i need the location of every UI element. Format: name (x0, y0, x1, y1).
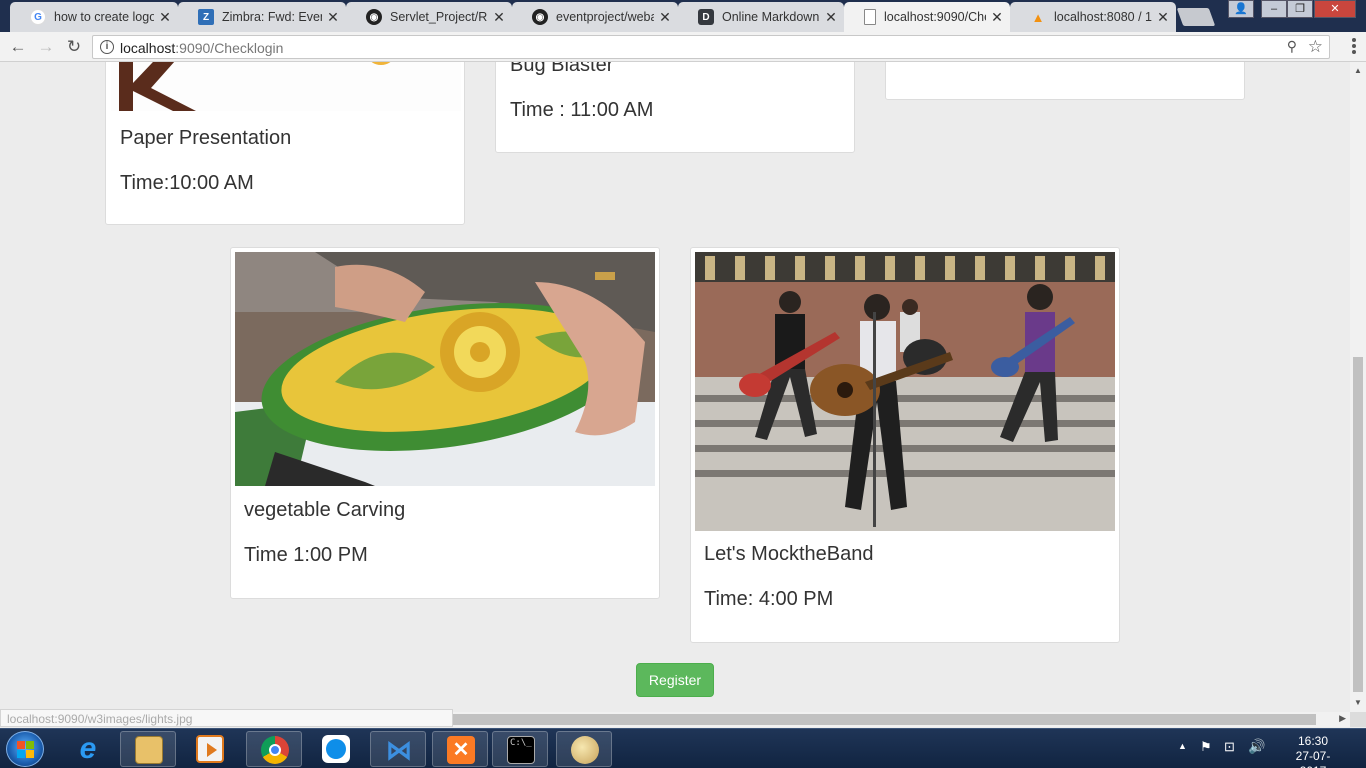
media-player-icon[interactable] (182, 731, 238, 767)
tab-title: how to create logou (54, 10, 154, 24)
github-icon: ◉ (366, 9, 382, 25)
show-hidden-icons-icon[interactable]: ▲ (1178, 741, 1187, 768)
cmd-icon[interactable]: C:\_ (492, 731, 548, 767)
tab-title: Zimbra: Fwd: Event (222, 10, 322, 24)
scroll-down-arrow-icon[interactable]: ▼ (1354, 698, 1362, 707)
event-card-vegetable-carving: vegetable Carving Time 1:00 PM (230, 247, 660, 599)
event-title: Let's MocktheBand (704, 543, 874, 565)
new-tab-button[interactable] (1176, 8, 1216, 26)
xampp-icon[interactable]: ✕ (432, 731, 488, 767)
reload-button[interactable]: ↻ (64, 37, 84, 57)
url-host: localhost (120, 40, 176, 56)
scrollbar-corner (1350, 712, 1366, 727)
register-button[interactable]: Register (636, 663, 714, 697)
band-photo (695, 252, 1115, 531)
event-title: vegetable Carving (244, 499, 406, 521)
forward-button[interactable]: → (36, 37, 56, 57)
maximize-button[interactable]: ❐ (1287, 0, 1313, 18)
github-icon: ◉ (532, 9, 548, 25)
scroll-up-arrow-icon[interactable]: ▲ (1354, 66, 1362, 75)
paper-presentation-image (111, 62, 461, 111)
scroll-right-arrow-icon[interactable]: ▶ (1339, 713, 1346, 724)
tab-title: localhost:9090/Che (884, 10, 986, 24)
vegetable-carving-photo (235, 252, 655, 486)
close-window-button[interactable]: ✕ (1314, 0, 1356, 18)
status-bubble: localhost:9090/w3images/lights.jpg (0, 709, 453, 727)
paint-icon[interactable] (556, 731, 612, 767)
windows-flag-icon (17, 741, 35, 759)
event-title: Bug Blaster (510, 62, 614, 76)
event-time: Time:10:00 AM (120, 172, 254, 194)
teamviewer-icon[interactable] (308, 731, 364, 767)
minimize-button[interactable]: – (1261, 0, 1287, 18)
action-center-flag-icon[interactable]: ⚑ (1200, 739, 1212, 768)
page-viewport: Paper Presentation Time:10:00 AM Bug Bla… (0, 62, 1350, 712)
start-button[interactable] (6, 731, 44, 767)
vertical-scroll-thumb[interactable] (1353, 357, 1363, 692)
url-text: localhost:9090/Checklogin (120, 40, 283, 56)
close-icon[interactable]: ✕ (658, 9, 672, 26)
chrome-icon[interactable] (246, 731, 302, 767)
close-icon[interactable]: ✕ (326, 9, 340, 26)
tab-title: Online Markdown E (722, 10, 820, 24)
tab-google[interactable]: G how to create logou ✕ (10, 2, 178, 32)
tab-title: Servlet_Project/REA (390, 10, 488, 24)
user-icon[interactable]: 👤 (1228, 0, 1254, 18)
event-time: Time 1:00 PM (244, 544, 368, 566)
browser-tab-strip: G how to create logou ✕ Z Zimbra: Fwd: E… (0, 0, 1366, 32)
clock-time: 16:30 (1297, 734, 1329, 748)
vertical-scrollbar[interactable]: ▲ ▼ (1350, 62, 1366, 712)
close-icon[interactable]: ✕ (1156, 9, 1170, 26)
close-icon[interactable]: ✕ (824, 9, 838, 26)
explorer-icon[interactable] (120, 731, 176, 767)
event-time: Time: 4:00 PM (704, 588, 834, 610)
tab-github-servlet[interactable]: ◉ Servlet_Project/REA ✕ (346, 2, 512, 32)
bookmark-star-icon[interactable]: ☆ (1308, 37, 1323, 57)
zimbra-icon: Z (198, 9, 214, 25)
address-bar[interactable]: i localhost:9090/Checklogin ⚲ ☆ (92, 35, 1330, 59)
event-card-third (885, 62, 1245, 100)
close-icon[interactable]: ✕ (990, 9, 1004, 26)
tab-markdown-editor[interactable]: D Online Markdown E ✕ (678, 2, 844, 32)
event-card-bug-blaster: Bug Blaster Time : 11:00 AM (495, 62, 855, 153)
tab-phpmyadmin[interactable]: ▲ localhost:8080 / 12 ✕ (1010, 2, 1176, 32)
page-icon (864, 9, 876, 25)
browser-menu-icon[interactable] (1352, 38, 1356, 56)
event-time: Time : 11:00 AM (510, 99, 654, 121)
event-title: Paper Presentation (120, 127, 292, 149)
event-card-paper-presentation: Paper Presentation Time:10:00 AM (105, 62, 465, 225)
close-icon[interactable]: ✕ (492, 9, 506, 26)
tab-zimbra[interactable]: Z Zimbra: Fwd: Event ✕ (178, 2, 346, 32)
clock-date: 27-07-2017 (1295, 749, 1331, 768)
tab-title: eventproject/webap (556, 10, 654, 24)
tab-title: localhost:8080 / 12 (1054, 10, 1152, 24)
visual-studio-icon[interactable]: ⋈ (370, 731, 426, 767)
back-button[interactable]: ← (8, 37, 28, 57)
url-path: :9090/Checklogin (175, 40, 284, 56)
internet-explorer-icon[interactable]: e (60, 731, 116, 767)
dillinger-icon: D (698, 9, 714, 25)
tab-checklogin[interactable]: localhost:9090/Che ✕ (844, 2, 1010, 32)
key-icon[interactable]: ⚲ (1287, 38, 1297, 55)
volume-icon[interactable]: 🔊 (1248, 738, 1265, 768)
google-icon: G (30, 9, 46, 25)
phpmyadmin-icon: ▲ (1031, 9, 1045, 25)
network-icon[interactable]: ⊡ (1224, 739, 1235, 768)
close-icon[interactable]: ✕ (158, 9, 172, 26)
tab-github-eventproject[interactable]: ◉ eventproject/webap ✕ (512, 2, 678, 32)
browser-toolbar: ← → ↻ i localhost:9090/Checklogin ⚲ ☆ (0, 32, 1366, 62)
event-card-mock-the-band: Let's MocktheBand Time: 4:00 PM (690, 247, 1120, 643)
clock[interactable]: 16:30 27-07-2017 (1284, 734, 1342, 768)
windows-taskbar: e ⋈ ✕ C:\_ ▲ ⚑ ⊡ 🔊 16:30 27-07-2017 (0, 728, 1366, 768)
info-icon[interactable]: i (100, 40, 114, 54)
